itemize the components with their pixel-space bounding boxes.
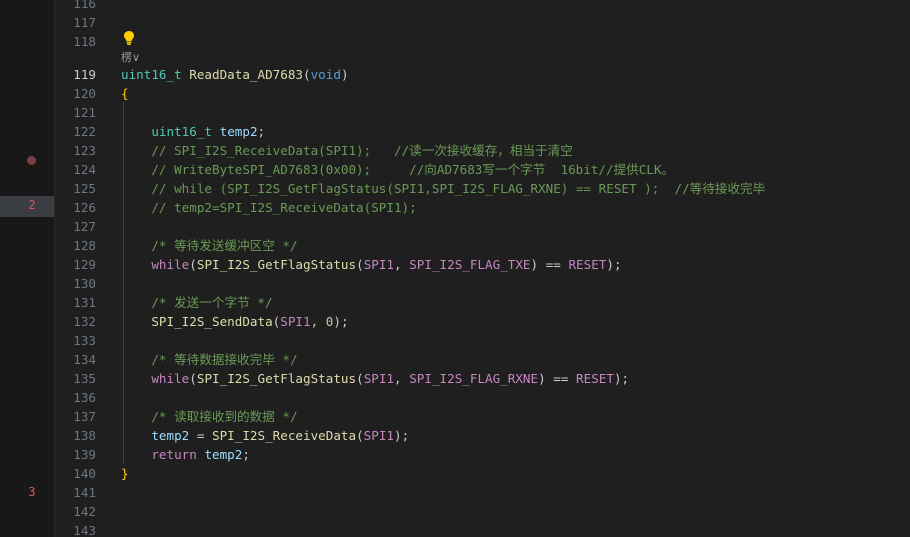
code-text[interactable]: while(SPI_I2S_GetFlagStatus(SPI1, SPI_I2… (121, 255, 621, 274)
code-line[interactable]: 124 // WriteByteSPI_AD7683(0x00); //向AD7… (0, 160, 910, 179)
code-line[interactable]: 136 (0, 388, 910, 407)
code-text[interactable]: while(SPI_I2S_GetFlagStatus(SPI1, SPI_I2… (121, 369, 629, 388)
code-line[interactable]: 122 uint16_t temp2; (0, 122, 910, 141)
line-number[interactable]: 143 (56, 521, 96, 537)
code-text[interactable]: /* 等待数据接收完毕 */ (121, 350, 297, 369)
code-text[interactable]: temp2 = SPI_I2S_ReceiveData(SPI1); (121, 426, 409, 445)
code-line[interactable]: 128 /* 等待发送缓冲区空 */ (0, 236, 910, 255)
breakpoint-icon[interactable] (27, 156, 36, 165)
line-number[interactable]: 138 (56, 426, 96, 445)
code-text[interactable]: // while (SPI_I2S_GetFlagStatus(SPI1,SPI… (121, 179, 765, 198)
code-line[interactable]: 120 { (0, 84, 910, 103)
code-line[interactable]: 117 (0, 13, 910, 32)
code-line[interactable]: 139 return temp2; (0, 445, 910, 464)
line-number[interactable]: 128 (56, 236, 96, 255)
line-number[interactable]: 139 (56, 445, 96, 464)
code-line[interactable]: 125 // while (SPI_I2S_GetFlagStatus(SPI1… (0, 179, 910, 198)
codelens-toggle[interactable]: 楞∨ (121, 49, 140, 67)
code-text[interactable]: /* 等待发送缓冲区空 */ (121, 236, 297, 255)
code-line[interactable]: 116 (0, 0, 910, 13)
line-number[interactable]: 116 (56, 0, 96, 13)
code-line[interactable]: 129 while(SPI_I2S_GetFlagStatus(SPI1, SP… (0, 255, 910, 274)
line-number[interactable]: 124 (56, 160, 96, 179)
lightbulb-icon[interactable] (123, 30, 135, 46)
code-line[interactable]: 143 (0, 521, 910, 537)
line-number[interactable]: 135 (56, 369, 96, 388)
code-line[interactable]: 142 (0, 502, 910, 521)
indent-guide (123, 102, 124, 463)
code-text[interactable]: return temp2; (121, 445, 250, 464)
line-number[interactable]: 130 (56, 274, 96, 293)
code-line[interactable]: 123 // SPI_I2S_ReceiveData(SPI1); //读一次接… (0, 141, 910, 160)
code-line[interactable]: 119 uint16_t ReadData_AD7683(void) (0, 65, 910, 84)
code-line[interactable]: 121 (0, 103, 910, 122)
line-number[interactable]: 129 (56, 255, 96, 274)
code-text[interactable]: // WriteByteSPI_AD7683(0x00); //向AD7683写… (121, 160, 674, 179)
code-line[interactable]: 140} (0, 464, 910, 483)
code-line[interactable]: 138 temp2 = SPI_I2S_ReceiveData(SPI1); (0, 426, 910, 445)
line-number[interactable]: 140 (56, 464, 96, 483)
line-number[interactable]: 136 (56, 388, 96, 407)
code-editor[interactable]: 116 117 118 119 uint16_t ReadData_AD7683(voi… (0, 0, 910, 537)
line-number[interactable]: 120 (56, 84, 96, 103)
line-number[interactable]: 127 (56, 217, 96, 236)
code-text[interactable]: // SPI_I2S_ReceiveData(SPI1); //读一次接收缓存，… (121, 141, 573, 160)
code-line[interactable]: 133 (0, 331, 910, 350)
gutter-marker-3[interactable]: 3 (22, 483, 42, 502)
code-line[interactable]: 130 (0, 274, 910, 293)
line-number[interactable]: 134 (56, 350, 96, 369)
line-number[interactable]: 117 (56, 13, 96, 32)
code-line[interactable]: 141 (0, 483, 910, 502)
code-text[interactable]: } (121, 464, 129, 483)
code-line[interactable]: 131 /* 发送一个字节 */ (0, 293, 910, 312)
code-text[interactable]: /* 读取接收到的数据 */ (121, 407, 297, 426)
code-line[interactable]: 127 (0, 217, 910, 236)
code-text[interactable]: /* 发送一个字节 */ (121, 293, 272, 312)
code-text[interactable]: { (121, 84, 129, 103)
line-number[interactable]: 131 (56, 293, 96, 312)
line-number[interactable]: 125 (56, 179, 96, 198)
line-number[interactable]: 141 (56, 483, 96, 502)
line-number[interactable]: 126 (56, 198, 96, 217)
code-line[interactable]: 135 while(SPI_I2S_GetFlagStatus(SPI1, SP… (0, 369, 910, 388)
line-number[interactable]: 132 (56, 312, 96, 331)
line-number[interactable]: 119 (56, 65, 96, 84)
code-line[interactable]: 137 /* 读取接收到的数据 */ (0, 407, 910, 426)
code-line[interactable]: 132 SPI_I2S_SendData(SPI1, 0); (0, 312, 910, 331)
line-number[interactable]: 123 (56, 141, 96, 160)
code-line[interactable]: 134 /* 等待数据接收完毕 */ (0, 350, 910, 369)
code-line[interactable]: 126 // temp2=SPI_I2S_ReceiveData(SPI1); (0, 198, 910, 217)
line-number[interactable]: 142 (56, 502, 96, 521)
line-number[interactable]: 121 (56, 103, 96, 122)
line-number[interactable]: 137 (56, 407, 96, 426)
code-text[interactable]: uint16_t temp2; (121, 122, 265, 141)
code-text[interactable]: uint16_t ReadData_AD7683(void) (121, 65, 349, 84)
gutter-marker-2[interactable]: 2 (22, 196, 42, 215)
line-number[interactable]: 118 (56, 32, 96, 51)
code-text[interactable]: // temp2=SPI_I2S_ReceiveData(SPI1); (121, 198, 416, 217)
code-text[interactable]: SPI_I2S_SendData(SPI1, 0); (121, 312, 348, 331)
line-number[interactable]: 133 (56, 331, 96, 350)
line-number[interactable]: 122 (56, 122, 96, 141)
